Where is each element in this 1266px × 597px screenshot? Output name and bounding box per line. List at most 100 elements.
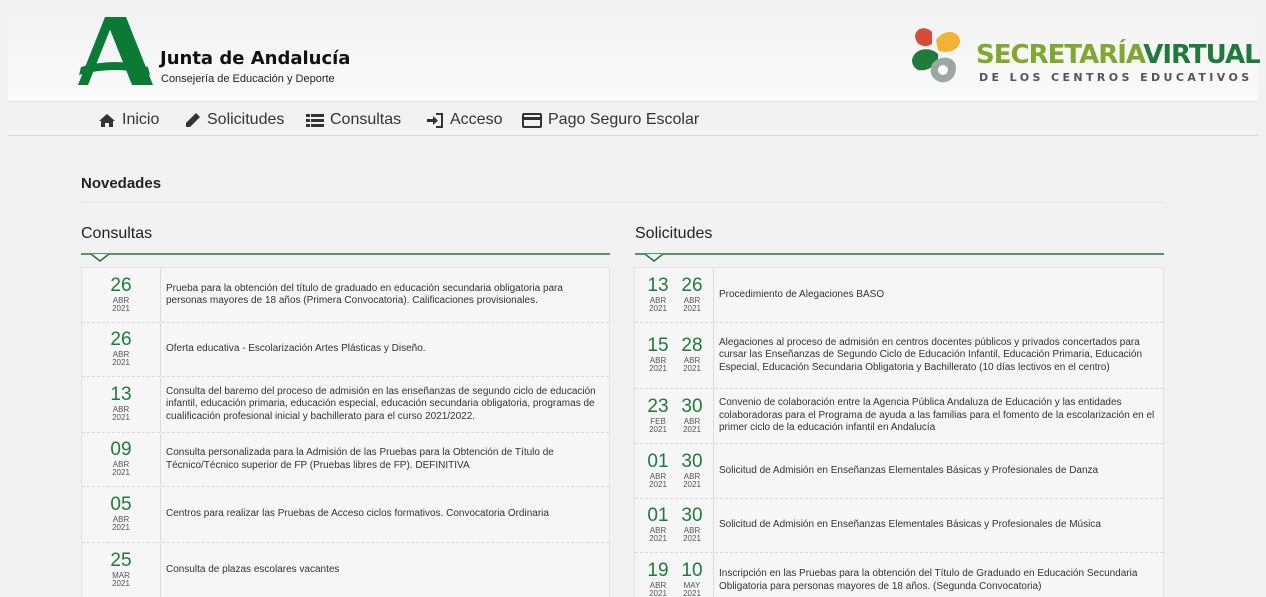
date-badge: 15 ABR 2021: [643, 335, 673, 373]
date-day: 15: [647, 335, 669, 356]
date-day: 25: [110, 550, 132, 571]
date-badge: 09 ABR 2021: [106, 439, 136, 477]
secretaria-virtual-logo-icon[interactable]: [910, 24, 978, 88]
consulta-item[interactable]: 25 MAR 2021 Consulta de plazas escolares va…: [82, 543, 609, 597]
date-day: 01: [647, 505, 669, 526]
solicitud-text[interactable]: Solicitud de Admisión en Enseñanzas Elem…: [719, 499, 1157, 552]
nav-label: Inicio: [122, 111, 160, 128]
date-day: 13: [110, 384, 132, 405]
date-column: 13 ABR 2021: [82, 377, 161, 432]
date-day: 19: [647, 560, 669, 581]
date-year: 2021: [683, 534, 701, 543]
consulta-text[interactable]: Consulta de plazas escolares vacantes: [166, 543, 603, 597]
consulta-text[interactable]: Centros para realizar las Pruebas de Acc…: [166, 487, 603, 542]
date-year: 2021: [649, 364, 667, 373]
date-column: 05 ABR 2021: [82, 487, 161, 542]
date-column: 09 ABR 2021: [82, 433, 161, 486]
nav-label: Pago Seguro Escolar: [548, 111, 700, 128]
solicitud-text[interactable]: Procedimiento de Alegaciones BASO: [719, 268, 1157, 322]
consulta-text[interactable]: Consulta del baremo del proceso de admis…: [166, 377, 603, 432]
date-badge: 30 ABR 2021: [677, 452, 707, 489]
solicitud-text[interactable]: Solicitud de Admisión en Enseñanzas Elem…: [719, 444, 1157, 498]
main-nav: Inicio Solicitudes Consultas Acceso Pago…: [8, 103, 1258, 136]
date-day: 30: [681, 505, 703, 526]
solicitudes-title-rule: [635, 253, 1164, 262]
nav-label: Solicitudes: [207, 111, 285, 128]
date-badge: 19 ABR 2021: [643, 560, 673, 597]
nav-acceso[interactable]: Acceso: [426, 109, 502, 131]
date-column: 23 FEB 2021 30 ABR 2021: [635, 389, 714, 443]
date-badge: 26 ABR 2021: [106, 329, 136, 367]
date-year: 2021: [649, 534, 667, 543]
date-day: 05: [110, 494, 132, 515]
solicitud-text[interactable]: Alegaciones al proceso de admisión en ce…: [719, 323, 1157, 388]
date-day: 28: [681, 335, 703, 356]
date-column: 26 ABR 2021: [82, 268, 161, 322]
solicitud-item[interactable]: 15 ABR 2021 28 ABR 2021 Alegaciones al proceso…: [635, 323, 1163, 389]
date-day: 26: [110, 329, 132, 350]
consulta-item[interactable]: 05 ABR 2021 Centros para realizar las Prueb…: [82, 487, 609, 543]
date-year: 2021: [683, 425, 701, 434]
date-year: 2021: [112, 304, 130, 313]
date-column: 15 ABR 2021 28 ABR 2021: [635, 323, 714, 388]
date-day: 30: [681, 396, 703, 417]
consulta-item[interactable]: 26 ABR 2021 Prueba para la obtención del tí…: [82, 268, 609, 323]
date-year: 2021: [649, 425, 667, 434]
brand-subtitle: Consejería de Educación y Deporte: [161, 73, 335, 85]
date-year: 2021: [683, 304, 701, 313]
date-column: 19 ABR 2021 10 MAY 2021: [635, 553, 714, 597]
date-year: 2021: [683, 364, 701, 373]
section-title: Novedades: [81, 175, 162, 192]
secretaria-virtual-title: SECRETARÍAVIRTUAL: [976, 40, 1261, 70]
date-day: 13: [647, 275, 669, 296]
solicitud-item[interactable]: 01 ABR 2021 30 ABR 2021 Solicitud de Admisión …: [635, 499, 1163, 553]
date-badge: 26 ABR 2021: [677, 276, 707, 313]
consultas-title-rule: [81, 253, 610, 262]
date-badge: 30 ABR 2021: [677, 505, 707, 543]
date-year: 2021: [683, 589, 701, 597]
date-day: 01: [647, 451, 669, 472]
nav-solicitudes[interactable]: Solicitudes: [185, 109, 284, 131]
date-badge: 30 ABR 2021: [677, 396, 707, 434]
sign-in-icon: [427, 112, 443, 128]
divider: [81, 202, 1164, 203]
consulta-item[interactable]: 26 ABR 2021 Oferta educativa - Escolarizaci…: [82, 323, 609, 377]
date-badge: 10 MAY 2021: [677, 560, 707, 597]
date-year: 2021: [112, 523, 130, 532]
solicitud-text[interactable]: Inscripción en las Pruebas para la obten…: [719, 553, 1157, 597]
home-icon: [99, 113, 115, 127]
date-day: 23: [647, 396, 669, 417]
solicitudes-list: 13 ABR 2021 26 ABR 2021 Procedimiento de Alega…: [634, 267, 1164, 597]
consulta-text[interactable]: Oferta educativa - Escolarización Artes …: [166, 323, 603, 376]
date-year: 2021: [649, 589, 667, 597]
date-year: 2021: [112, 358, 130, 367]
date-day: 09: [110, 439, 132, 460]
nav-label: Consultas: [330, 111, 402, 128]
solicitud-text[interactable]: Convenio de colaboración entre la Agenci…: [719, 389, 1157, 443]
consulta-item[interactable]: 13 ABR 2021 Consulta del baremo del proceso…: [82, 377, 609, 433]
solicitud-item[interactable]: 19 ABR 2021 10 MAY 2021 Inscripción en las Pru…: [635, 553, 1163, 597]
solicitud-item[interactable]: 13 ABR 2021 26 ABR 2021 Procedimiento de Alega…: [635, 268, 1163, 323]
date-badge: 13 ABR 2021: [106, 384, 136, 422]
date-column: 26 ABR 2021: [82, 323, 161, 376]
consultas-list: 26 ABR 2021 Prueba para la obtención del tí…: [81, 267, 610, 597]
date-badge: 13 ABR 2021: [643, 275, 673, 313]
consulta-text[interactable]: Prueba para la obtención del título de g…: [166, 268, 603, 322]
solicitud-item[interactable]: 01 ABR 2021 30 ABR 2021 Solicitud de Admisión …: [635, 444, 1163, 499]
nav-inicio[interactable]: Inicio: [98, 109, 159, 131]
date-badge: 25 MAR 2021: [106, 550, 136, 588]
site-header: Junta de Andalucía Consejería de Educaci…: [8, 10, 1261, 102]
solicitud-item[interactable]: 23 FEB 2021 30 ABR 2021 Convenio de colaboraci…: [635, 389, 1163, 444]
consulta-item[interactable]: 09 ABR 2021 Consulta personalizada para la …: [82, 433, 609, 487]
date-badge: 26 ABR 2021: [106, 276, 136, 313]
solicitudes-title: Solicitudes: [635, 225, 713, 242]
date-day: 10: [681, 560, 703, 581]
nav-pago-seguro-escolar[interactable]: Pago Seguro Escolar: [522, 109, 699, 131]
consulta-text[interactable]: Consulta personalizada para la Admisión …: [166, 433, 603, 486]
junta-andalucia-logo[interactable]: [78, 17, 153, 85]
credit-card-icon: [522, 112, 542, 128]
date-column: 01 ABR 2021 30 ABR 2021: [635, 444, 714, 498]
date-year: 2021: [112, 468, 130, 477]
date-badge: 28 ABR 2021: [677, 335, 707, 373]
nav-consultas[interactable]: Consultas: [306, 109, 401, 131]
